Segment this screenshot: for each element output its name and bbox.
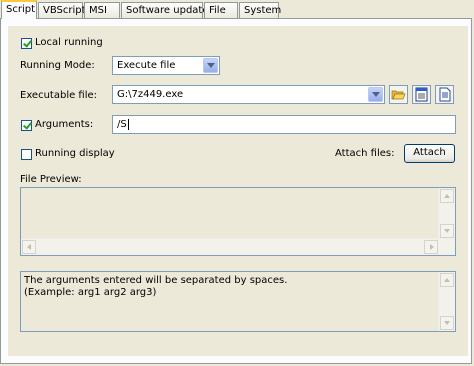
tab-vbscript[interactable]: VBScript [38, 2, 86, 18]
file-preview-label: File Preview: [20, 174, 82, 185]
arguments-input[interactable]: /S [112, 115, 456, 134]
arguments-label[interactable]: Arguments: [35, 119, 93, 131]
scroll-right-icon[interactable] [424, 240, 438, 254]
scroll-down-icon[interactable] [440, 316, 454, 330]
attach-files-label: Attach files: [335, 148, 395, 159]
chevron-down-icon[interactable] [203, 58, 218, 73]
tab-label: Software update [126, 5, 209, 16]
scroll-up-icon[interactable] [440, 189, 454, 203]
scroll-up-icon[interactable] [440, 273, 454, 287]
running-mode-value: Execute file [117, 60, 176, 71]
process-list-button[interactable] [412, 85, 431, 104]
script-settings-panel: Local running Running Mode: Execute file… [8, 26, 468, 356]
local-running-label[interactable]: Local running [35, 37, 103, 49]
arguments-checkbox[interactable] [21, 120, 32, 131]
tab-file[interactable]: File [204, 2, 238, 18]
attach-button[interactable]: Attach [404, 144, 455, 163]
view-document-button[interactable] [435, 85, 454, 104]
horizontal-scrollbar[interactable] [21, 238, 439, 255]
tab-label: VBScript [43, 5, 86, 16]
running-display-checkbox[interactable] [21, 149, 32, 160]
file-preview-area[interactable] [20, 187, 456, 256]
help-line-2: (Example: arg1 arg2 arg3) [24, 287, 157, 298]
browse-folder-button[interactable] [389, 85, 408, 104]
tab-system[interactable]: System [239, 2, 282, 18]
chevron-down-icon[interactable] [368, 87, 383, 102]
executable-file-value: G:\7z449.exe [117, 89, 184, 100]
local-running-checkbox[interactable] [21, 38, 32, 49]
tab-strip: Script VBScript MSI Software update File… [0, 0, 474, 19]
running-mode-select[interactable]: Execute file [112, 56, 220, 75]
executable-file-label: Executable file: [20, 90, 98, 101]
text-cursor [127, 119, 129, 130]
tab-msi[interactable]: MSI [84, 2, 120, 18]
tab-label: File [209, 5, 226, 16]
document-icon [439, 87, 451, 102]
arguments-value: /S [117, 119, 127, 130]
executable-file-combo[interactable]: G:\7z449.exe [112, 85, 385, 104]
tab-label: Script [6, 4, 36, 15]
tab-label: MSI [89, 5, 107, 16]
help-line-1: The arguments entered will be separated … [24, 275, 288, 286]
folder-open-icon [391, 90, 406, 100]
scroll-down-icon[interactable] [440, 224, 454, 238]
running-mode-label: Running Mode: [20, 60, 95, 71]
running-display-label[interactable]: Running display [35, 148, 115, 160]
vertical-scrollbar[interactable] [438, 188, 455, 255]
tab-script[interactable]: Script [1, 0, 37, 19]
vertical-scrollbar[interactable] [438, 272, 455, 331]
tab-label: System [244, 5, 282, 16]
help-text-area[interactable]: The arguments entered will be separated … [20, 271, 456, 332]
scroll-left-icon[interactable] [22, 240, 36, 254]
list-window-icon [415, 87, 428, 102]
tab-software-update[interactable]: Software update [121, 2, 209, 18]
